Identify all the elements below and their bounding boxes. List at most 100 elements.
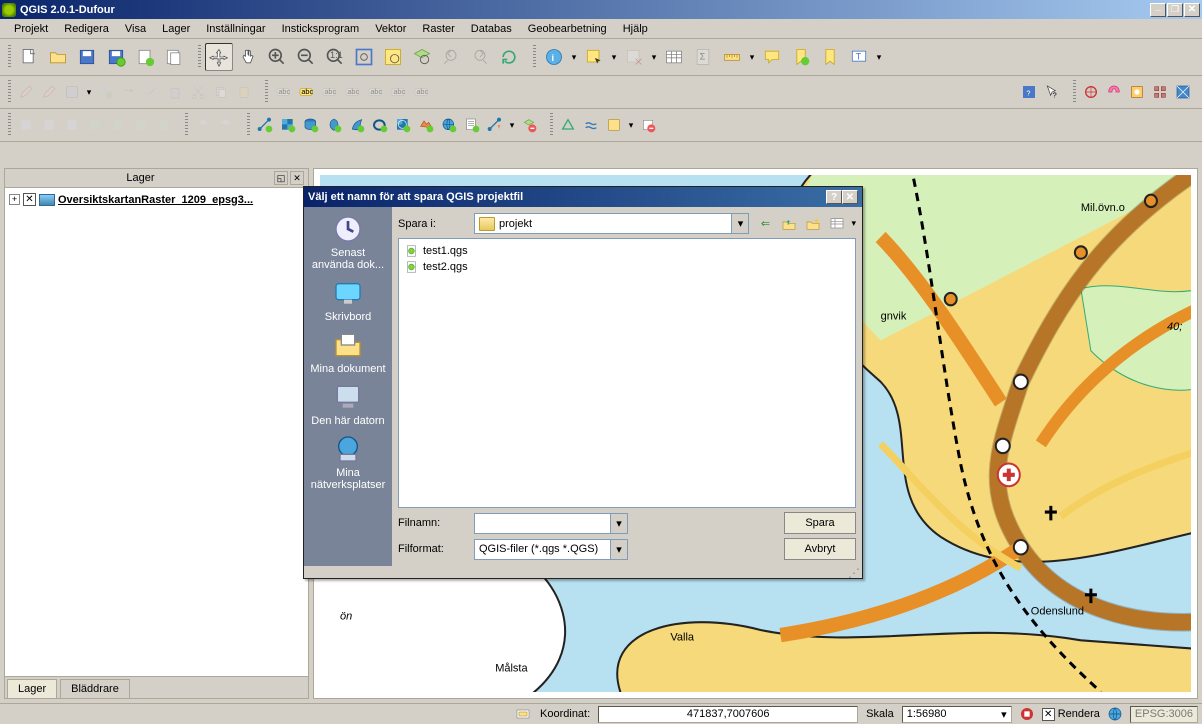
- whats-this-button[interactable]: ?: [1041, 81, 1063, 103]
- delete-feature-icon[interactable]: [164, 81, 186, 103]
- save-edits-icon[interactable]: [61, 81, 83, 103]
- place-desktop[interactable]: Skrivbord: [308, 277, 388, 323]
- layer-tool-2-icon[interactable]: [38, 114, 60, 136]
- open-project-button[interactable]: [44, 43, 72, 71]
- bookmark-new-button[interactable]: [787, 43, 815, 71]
- menu-projekt[interactable]: Projekt: [6, 21, 56, 37]
- label-abc-4-icon[interactable]: abc: [364, 81, 386, 103]
- menu-lager[interactable]: Lager: [154, 21, 198, 37]
- new-shapefile-icon[interactable]: [484, 114, 506, 136]
- menu-insticksprogram[interactable]: Insticksprogram: [274, 21, 368, 37]
- zoom-selection-button[interactable]: [379, 43, 407, 71]
- plugin-2-icon[interactable]: [1103, 81, 1125, 103]
- menu-geobearbetning[interactable]: Geobearbetning: [520, 21, 615, 37]
- bookmarks-button[interactable]: [816, 43, 844, 71]
- place-computer[interactable]: Den här datorn: [308, 381, 388, 427]
- dropdown-arrow-icon[interactable]: ▾: [731, 214, 748, 233]
- up-button[interactable]: [779, 214, 799, 234]
- filename-input[interactable]: ▾: [474, 513, 628, 534]
- pan-selection-button[interactable]: [234, 43, 262, 71]
- add-vector-icon[interactable]: [254, 114, 276, 136]
- label-abc-highlight-icon[interactable]: abc: [295, 81, 317, 103]
- layer-tree[interactable]: + ✕ OversiktskartanRaster_1209_epsg3...: [5, 188, 308, 676]
- save-button[interactable]: Spara: [784, 512, 856, 534]
- select-dropdown[interactable]: ▾: [609, 52, 619, 63]
- composer-manager-button[interactable]: [160, 43, 188, 71]
- paste-icon[interactable]: [233, 81, 255, 103]
- fileformat-combo[interactable]: QGIS-filer (*.qgs *.QGS) ▾: [474, 539, 628, 560]
- layer-tool-3-icon[interactable]: [61, 114, 83, 136]
- add-wfs-icon[interactable]: [438, 114, 460, 136]
- toggle-extents-button[interactable]: [514, 706, 532, 722]
- text-annotation-button[interactable]: T: [845, 43, 873, 71]
- layer-item[interactable]: + ✕ OversiktskartanRaster_1209_epsg3...: [9, 192, 304, 207]
- add-raster-icon[interactable]: [277, 114, 299, 136]
- view-menu-button[interactable]: [827, 214, 847, 234]
- help-button[interactable]: ?: [1018, 81, 1040, 103]
- grass-tool-2-icon[interactable]: [580, 114, 602, 136]
- add-postgis-icon[interactable]: [300, 114, 322, 136]
- tab-browser[interactable]: Bläddrare: [60, 679, 130, 698]
- plugin-4-icon[interactable]: [1149, 81, 1171, 103]
- grass-tool-3-icon[interactable]: [603, 114, 625, 136]
- scale-field[interactable]: 1:56980▾: [902, 706, 1012, 723]
- dialog-close-button[interactable]: [842, 190, 858, 204]
- menu-inställningar[interactable]: Inställningar: [198, 21, 273, 37]
- remove-layer-icon[interactable]: [518, 114, 540, 136]
- deselect-button[interactable]: [620, 43, 648, 71]
- menu-redigera[interactable]: Redigera: [56, 21, 117, 37]
- add-oracle-icon[interactable]: [369, 114, 391, 136]
- file-item[interactable]: test1.qgs: [403, 243, 851, 259]
- tool-delete-icon[interactable]: [637, 114, 659, 136]
- layer-tool-8-icon[interactable]: [192, 114, 214, 136]
- pan-button[interactable]: [205, 43, 233, 71]
- label-abc-5-icon[interactable]: abc: [387, 81, 409, 103]
- add-wcs-icon[interactable]: [415, 114, 437, 136]
- save-as-button[interactable]: [102, 43, 130, 71]
- file-item[interactable]: test2.qgs: [403, 259, 851, 275]
- menu-hjälp[interactable]: Hjälp: [615, 21, 656, 37]
- edit-pencil-icon[interactable]: [15, 81, 37, 103]
- dropdown-arrow-icon[interactable]: ▾: [610, 514, 627, 533]
- identify-button[interactable]: i: [540, 43, 568, 71]
- copy-icon[interactable]: [210, 81, 232, 103]
- label-abc-1-icon[interactable]: abc: [272, 81, 294, 103]
- menu-vektor[interactable]: Vektor: [367, 21, 414, 37]
- new-folder-button[interactable]: [803, 214, 823, 234]
- look-in-combo[interactable]: projekt ▾: [474, 213, 749, 234]
- zoom-full-button[interactable]: [350, 43, 378, 71]
- select-button[interactable]: [580, 43, 608, 71]
- tab-layers[interactable]: Lager: [7, 679, 57, 698]
- cut-icon[interactable]: [187, 81, 209, 103]
- zoom-next-button[interactable]: [466, 43, 494, 71]
- node-tool-icon[interactable]: [141, 81, 163, 103]
- layer-tool-4-icon[interactable]: [84, 114, 106, 136]
- maptips-button[interactable]: [758, 43, 786, 71]
- add-feature-icon[interactable]: [95, 81, 117, 103]
- crs-button[interactable]: [1106, 706, 1124, 722]
- layer-tool-1-icon[interactable]: [15, 114, 37, 136]
- new-project-button[interactable]: [15, 43, 43, 71]
- dialog-help-button[interactable]: ?: [826, 190, 842, 204]
- place-mydocs[interactable]: Mina dokument: [308, 329, 388, 375]
- dialog-titlebar[interactable]: Välj ett namn för att spara QGIS projekt…: [304, 187, 862, 207]
- zoom-layer-button[interactable]: [408, 43, 436, 71]
- open-table-button[interactable]: [660, 43, 688, 71]
- resize-grip-icon[interactable]: ⋰: [304, 566, 862, 578]
- menu-visa[interactable]: Visa: [117, 21, 154, 37]
- plugin-5-icon[interactable]: [1172, 81, 1194, 103]
- layer-tool-9-icon[interactable]: [215, 114, 237, 136]
- label-abc-2-icon[interactable]: abc: [318, 81, 340, 103]
- zoom-last-button[interactable]: [437, 43, 465, 71]
- layer-visibility-checkbox[interactable]: ✕: [23, 193, 36, 206]
- annotation-dropdown[interactable]: ▾: [874, 52, 884, 63]
- add-mssql-icon[interactable]: [346, 114, 368, 136]
- layer-tool-5-icon[interactable]: [107, 114, 129, 136]
- new-composer-button[interactable]: [131, 43, 159, 71]
- menu-raster[interactable]: Raster: [414, 21, 462, 37]
- close-button[interactable]: [1184, 3, 1200, 17]
- identify-dropdown[interactable]: ▾: [569, 52, 579, 63]
- crs-display[interactable]: EPSG:3006: [1130, 706, 1198, 723]
- back-button[interactable]: ⇐: [755, 214, 775, 234]
- plugin-1-icon[interactable]: [1080, 81, 1102, 103]
